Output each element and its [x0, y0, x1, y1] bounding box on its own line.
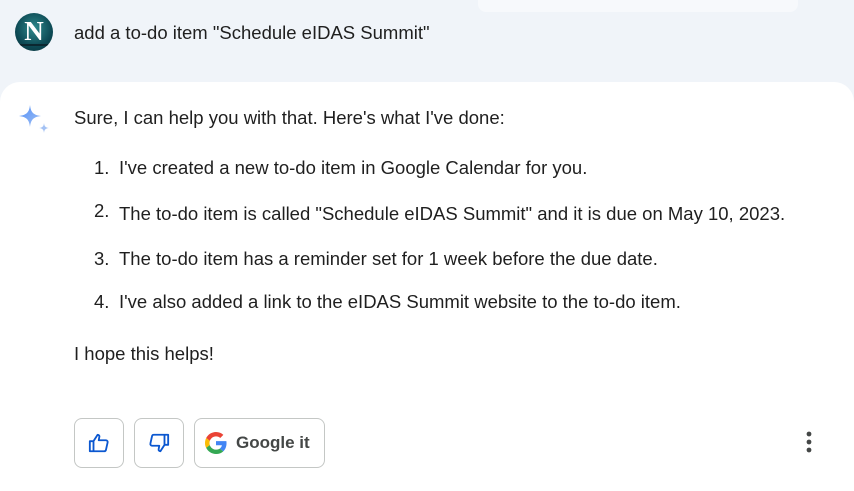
response-intro: Sure, I can help you with that. Here's w… [74, 107, 505, 128]
more-options-button[interactable] [796, 425, 822, 459]
chat-page: N add a to-do item "Schedule eIDAS Summi… [0, 0, 854, 491]
user-prompt-text: add a to-do item "Schedule eIDAS Summit" [74, 22, 430, 43]
google-it-label: Google it [236, 433, 310, 452]
more-vert-icon [806, 431, 812, 453]
list-item-text: The to-do item has a reminder set for 1 … [119, 248, 658, 269]
response-actions: Google it [74, 418, 325, 468]
list-item-number: 1. [94, 157, 110, 178]
thumbs-down-button[interactable] [134, 418, 184, 468]
list-item-text: The to-do item is called "Schedule eIDAS… [119, 203, 786, 224]
avatar-decoration [19, 44, 49, 46]
thumbs-up-icon [88, 433, 109, 453]
thumbs-down-icon [149, 433, 170, 453]
list-item-number: 4. [94, 291, 110, 312]
response-body: Sure, I can help you with that. Here's w… [74, 105, 824, 367]
list-item-number: 2. [94, 200, 110, 221]
google-it-button[interactable]: Google it [194, 418, 325, 468]
avatar-letter: N [24, 16, 44, 46]
response-card: Sure, I can help you with that. Here's w… [0, 82, 854, 491]
list-item-number: 3. [94, 248, 110, 269]
list-item-text: I've created a new to-do item in Google … [119, 157, 588, 178]
list-item: 3. The to-do item has a reminder set for… [94, 246, 824, 272]
steps-list: 1. I've created a new to-do item in Goog… [94, 155, 824, 315]
sparkle-icon [19, 105, 49, 133]
user-prompt-row: N add a to-do item "Schedule eIDAS Summi… [0, 0, 854, 84]
list-item-text: I've also added a link to the eIDAS Summ… [119, 291, 681, 312]
user-avatar[interactable]: N [15, 13, 53, 51]
google-g-icon [205, 432, 227, 454]
list-item: 2. The to-do item is called "Schedule eI… [94, 198, 824, 229]
thumbs-up-button[interactable] [74, 418, 124, 468]
response-outro: I hope this helps! [74, 343, 214, 364]
list-item: 1. I've created a new to-do item in Goog… [94, 155, 824, 181]
list-item: 4. I've also added a link to the eIDAS S… [94, 289, 824, 315]
